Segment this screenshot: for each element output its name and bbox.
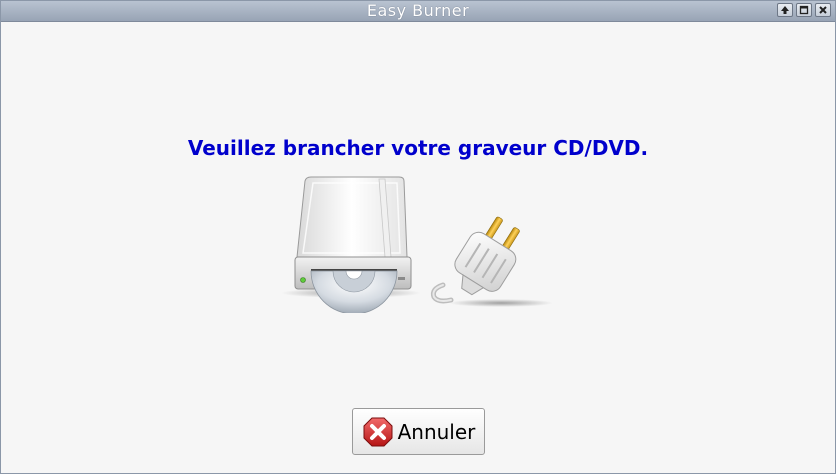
up-arrow-icon <box>781 6 789 14</box>
maximize-icon <box>799 5 809 15</box>
plug-in-burner-message: Veuillez brancher votre graveur CD/DVD. <box>187 136 649 160</box>
cancel-label: Annuler <box>397 419 476 444</box>
power-plug-icon <box>430 216 520 304</box>
up-arrow-button[interactable] <box>777 3 793 17</box>
main-window: Easy Burner Veuillez brancher votre grav… <box>0 0 836 474</box>
maximize-button[interactable] <box>796 3 812 17</box>
close-button[interactable] <box>815 3 831 17</box>
burner-illustration <box>281 176 553 313</box>
cancel-x-icon <box>363 417 393 446</box>
title-bar[interactable]: Easy Burner <box>1 1 835 22</box>
cancel-button[interactable]: Annuler <box>352 408 485 455</box>
window-title: Easy Burner <box>366 1 470 20</box>
window-controls <box>777 3 831 17</box>
close-icon <box>819 6 827 14</box>
